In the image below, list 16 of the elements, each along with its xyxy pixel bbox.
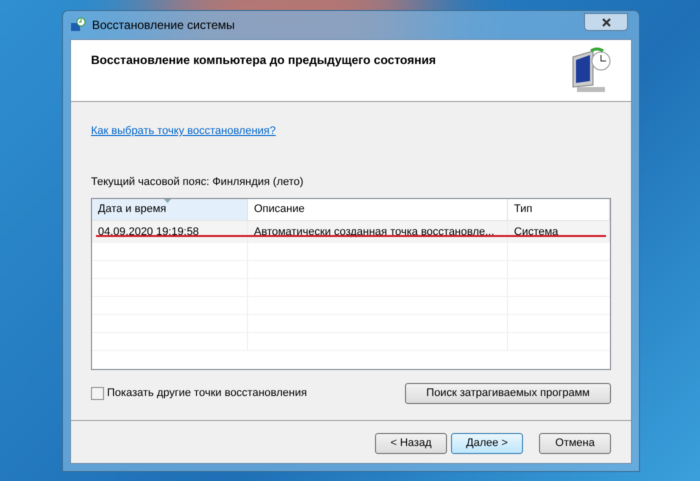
- timezone-label: Текущий часовой пояс: Финляндия (лето): [91, 174, 304, 190]
- restore-icon: [70, 17, 86, 33]
- checkbox-label: Показать другие точки восстановления: [107, 386, 307, 402]
- close-icon: [602, 18, 610, 26]
- wizard-button[interactable]: Далее >: [451, 433, 523, 454]
- column-header[interactable]: Дата и время: [92, 199, 248, 220]
- checkbox[interactable]: [91, 387, 104, 400]
- close-button[interactable]: [584, 13, 628, 31]
- header-title: Восстановление компьютера до предыдущего состояния: [91, 52, 436, 69]
- help-link[interactable]: Как выбрать точку восстановления?: [91, 123, 276, 140]
- table-row[interactable]: 04.09.2020 19:19:58 Автоматически созданная точка восстановле... Система: [92, 221, 610, 243]
- sort-arrow-icon: [164, 199, 171, 203]
- wizard-button[interactable]: < Назад: [375, 433, 447, 454]
- scan-programs-button[interactable]: Поиск затрагиваемых программ: [405, 383, 611, 404]
- window-title: Восстановление системы: [92, 17, 235, 34]
- wizard-button[interactable]: Отмена: [539, 433, 611, 454]
